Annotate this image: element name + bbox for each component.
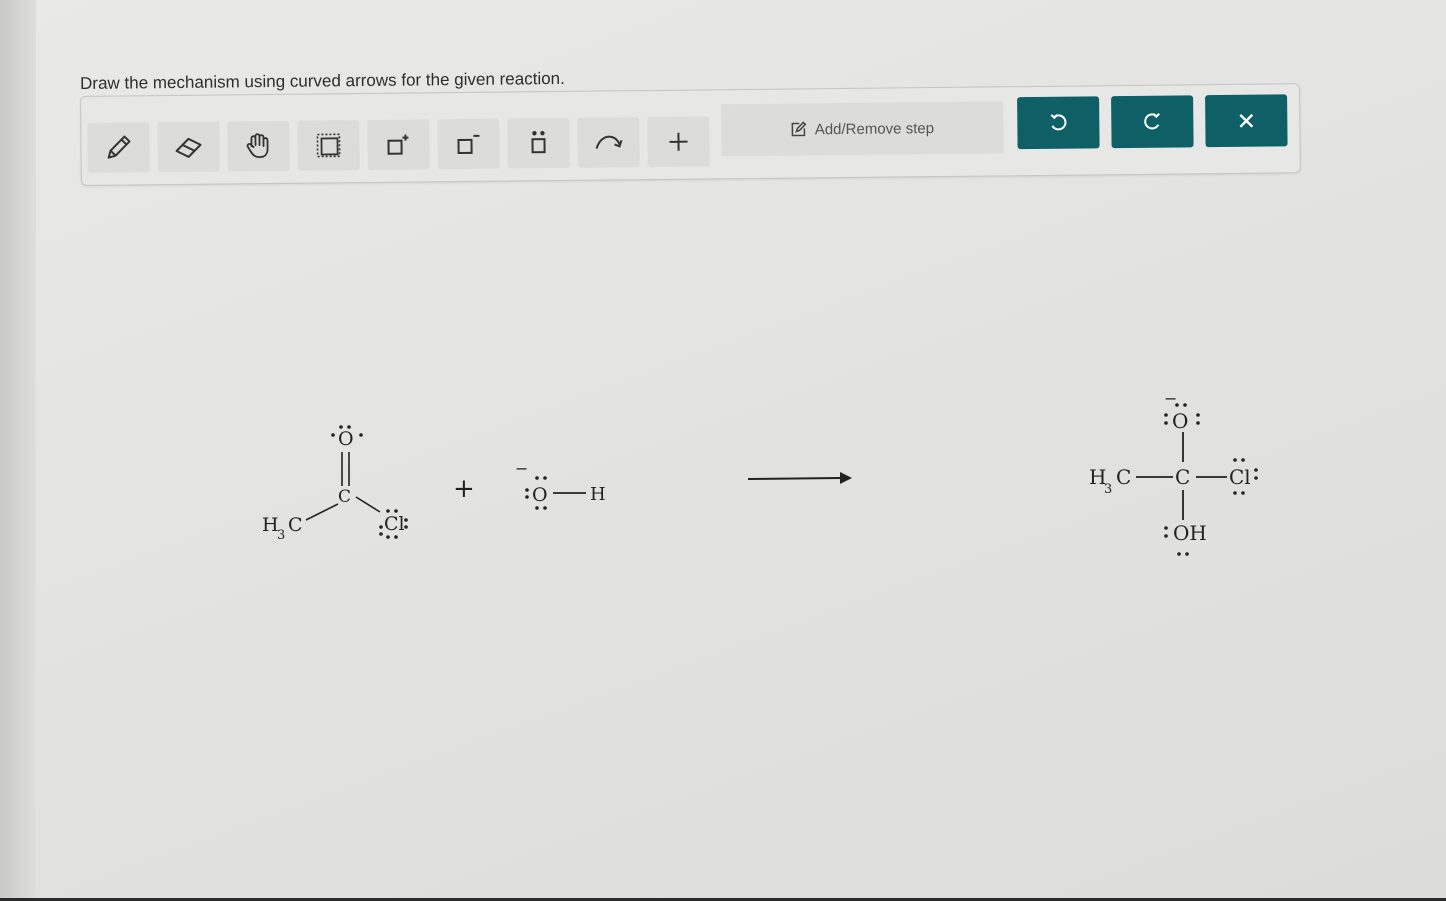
redo-icon — [1144, 112, 1160, 130]
curved-arrow-icon — [595, 135, 623, 149]
redo-button[interactable] — [1111, 95, 1194, 149]
reaction-scheme: H 3 C C O Cl + − O H − O H 3 C C Cl OH — [262, 389, 1258, 556]
plus-tool-button[interactable] — [647, 116, 710, 168]
left-page-edge — [0, 0, 36, 901]
hydroxide-charge: − — [515, 459, 528, 478]
reaction-arrow — [747, 472, 852, 484]
lone-pair-icon — [531, 130, 546, 154]
pencil-icon — [107, 135, 131, 159]
hand-tool-button[interactable] — [227, 120, 290, 172]
negative-charge-tool-button[interactable] — [437, 118, 500, 170]
edit-icon — [791, 121, 807, 137]
product-chlorine-label: Cl — [1229, 465, 1251, 489]
negative-charge-icon — [457, 134, 480, 155]
undo-button[interactable] — [1017, 96, 1100, 150]
eraser-tool-button[interactable] — [157, 121, 220, 173]
reactant1-subscript: 3 — [277, 528, 285, 543]
product-methyl-c-label: C — [1116, 465, 1131, 489]
hydroxide-hydrogen-label: H — [590, 484, 606, 505]
reactant1-chlorine-label: Cl — [384, 513, 405, 535]
reactant1-methyl-c-label: C — [288, 514, 303, 536]
pencil-tool-button[interactable] — [87, 122, 150, 173]
drawing-toolbar: Add/Remove step — [80, 83, 1301, 186]
select-icon — [316, 133, 341, 158]
product-tetrahedral-intermediate: − O H 3 C C Cl OH — [1089, 389, 1258, 556]
reactant1-oxygen-label: O — [338, 428, 354, 450]
add-remove-step-button[interactable]: Add/Remove step — [721, 101, 1004, 157]
lone-pair-tool-button[interactable] — [507, 117, 570, 169]
product-subscript: 3 — [1104, 482, 1112, 497]
eraser-icon — [175, 137, 202, 158]
positive-charge-icon — [387, 134, 409, 155]
hand-icon — [246, 133, 269, 159]
drawing-canvas[interactable]: H 3 C C O Cl + − O H − O H 3 C C Cl OH — [36, 190, 1446, 898]
question-prompt: Draw the mechanism using curved arrows f… — [80, 68, 565, 93]
reactant1-carbonyl-c-label: C — [338, 487, 351, 507]
reactant-hydroxide: − O H — [515, 459, 606, 510]
close-button[interactable] — [1205, 94, 1288, 148]
reaction-plus-sign: + — [453, 474, 475, 504]
product-oxygen-label: O — [1172, 409, 1188, 433]
product-hydroxyl-label: OH — [1173, 521, 1207, 545]
hydroxide-oxygen-label: O — [532, 484, 548, 506]
reactant-acetyl-chloride: H 3 C C O Cl — [262, 425, 408, 543]
positive-charge-tool-button[interactable] — [367, 119, 430, 170]
product-central-c-label: C — [1175, 465, 1190, 489]
plus-icon — [669, 132, 688, 151]
undo-icon — [1050, 114, 1067, 131]
close-icon — [1239, 113, 1254, 128]
select-tool-button[interactable] — [297, 120, 360, 171]
curved-arrow-tool-button[interactable] — [577, 117, 640, 168]
add-remove-step-label: Add/Remove step — [814, 119, 935, 138]
